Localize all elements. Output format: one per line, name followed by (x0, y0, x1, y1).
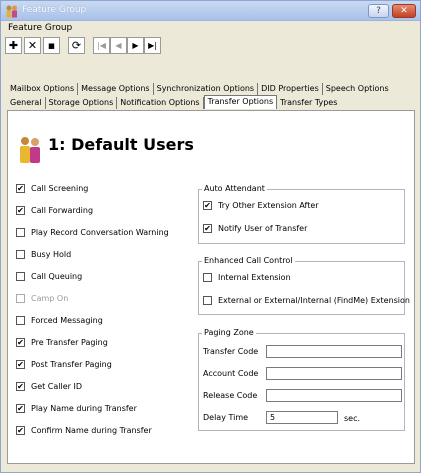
checkbox-box (16, 294, 25, 303)
tab-row-2: General Storage Options Notification Opt… (7, 95, 340, 109)
checkbox-box[interactable]: ✔ (16, 184, 25, 193)
page-title: 1: Default Users (48, 135, 194, 154)
group-title: Auto Attendant (202, 184, 267, 193)
checkbox-label: Busy Hold (31, 250, 72, 259)
close-button[interactable]: ✕ (392, 4, 416, 18)
confirm-name-during-transfer-checkbox[interactable]: ✔ Confirm Name during Transfer (16, 426, 152, 435)
notify-user-of-transfer-checkbox[interactable]: ✔ Notify User of Transfer (203, 224, 307, 233)
checkbox-label: Pre Transfer Paging (31, 338, 108, 347)
tab-speech-options[interactable]: Speech Options (323, 83, 392, 95)
tab-storage-options[interactable]: Storage Options (46, 97, 118, 109)
previous-record-icon[interactable]: ◀ (110, 37, 127, 54)
try-other-extension-checkbox[interactable]: ✔ Try Other Extension After (203, 201, 319, 210)
delay-time-input[interactable]: 5 (266, 411, 338, 424)
checkbox-box[interactable] (16, 272, 25, 281)
checkbox-label: Play Name during Transfer (31, 404, 137, 413)
app-icon (6, 5, 17, 18)
transfer-options-panel: 1: Default Users ✔ Call Screening ✔ Call F… (7, 110, 415, 464)
tab-transfer-types[interactable]: Transfer Types (277, 97, 340, 109)
last-record-icon[interactable]: ▶| (144, 37, 161, 54)
checkbox-label: Notify User of Transfer (218, 224, 308, 233)
checkbox-label: Get Caller ID (31, 382, 83, 391)
checkbox-label: Try Other Extension After (218, 201, 319, 210)
first-record-icon[interactable]: |◀ (93, 37, 110, 54)
checkbox-box[interactable]: ✔ (16, 338, 25, 347)
save-icon[interactable]: ▪ (43, 37, 60, 54)
call-forwarding-checkbox[interactable]: ✔ Call Forwarding (16, 206, 93, 215)
checkbox-box[interactable]: ✔ (203, 224, 212, 233)
tab-did-properties[interactable]: DID Properties (258, 83, 323, 95)
help-button[interactable]: ? (368, 4, 389, 18)
tab-mailbox-options[interactable]: Mailbox Options (7, 83, 79, 95)
auto-attendant-group: Auto Attendant ✔ Try Other Extension Afte… (198, 184, 405, 244)
tab-notification-options[interactable]: Notification Options (117, 97, 204, 109)
release-code-label: Release Code (203, 391, 258, 400)
checkbox-label: Camp On (31, 294, 69, 303)
checkbox-label: Post Transfer Paging (31, 360, 112, 369)
delay-time-label: Delay Time (203, 413, 249, 422)
call-queuing-checkbox[interactable]: Call Queuing (16, 272, 82, 281)
pre-transfer-paging-checkbox[interactable]: ✔ Pre Transfer Paging (16, 338, 108, 347)
post-transfer-paging-checkbox[interactable]: ✔ Post Transfer Paging (16, 360, 112, 369)
toolbar: ✚ ✕ ▪ ⟳ |◀ ◀ ▶ ▶| (5, 37, 161, 55)
tab-general[interactable]: General (7, 97, 46, 109)
call-screening-checkbox[interactable]: ✔ Call Screening (16, 184, 88, 193)
checkbox-box[interactable] (16, 250, 25, 259)
users-icon (20, 137, 40, 163)
checkbox-box[interactable] (16, 228, 25, 237)
account-code-label: Account Code (203, 369, 259, 378)
checkbox-box[interactable]: ✔ (16, 206, 25, 215)
checkbox-box[interactable] (203, 273, 212, 282)
play-name-during-transfer-checkbox[interactable]: ✔ Play Name during Transfer (16, 404, 137, 413)
checkbox-label: Play Record Conversation Warning (31, 228, 169, 237)
account-code-input[interactable] (266, 367, 402, 380)
refresh-icon[interactable]: ⟳ (68, 37, 85, 54)
next-record-icon[interactable]: ▶ (127, 37, 144, 54)
checkbox-label: Call Screening (31, 184, 89, 193)
add-icon[interactable]: ✚ (5, 37, 22, 54)
checkbox-box[interactable]: ✔ (16, 360, 25, 369)
enhanced-call-control-group: Enhanced Call Control Internal Extension… (198, 256, 410, 315)
checkbox-box[interactable]: ✔ (16, 382, 25, 391)
checkbox-label: Forced Messaging (31, 316, 103, 325)
checkbox-box[interactable]: ✔ (16, 404, 25, 413)
tab-synchronization-options[interactable]: Synchronization Options (154, 83, 259, 95)
group-title: Paging Zone (202, 328, 256, 337)
transfer-code-input[interactable] (266, 345, 402, 358)
tab-row-1: Mailbox Options Message Options Synchron… (7, 83, 392, 95)
checkbox-box[interactable] (203, 296, 212, 305)
findme-extension-checkbox[interactable]: External or External/Internal (FindMe) E… (203, 296, 410, 305)
checkbox-label: Internal Extension (218, 273, 291, 282)
forced-messaging-checkbox[interactable]: Forced Messaging (16, 316, 103, 325)
checkbox-label: Call Forwarding (31, 206, 94, 215)
checkbox-label: Confirm Name during Transfer (31, 426, 152, 435)
checkbox-label: External or External/Internal (FindMe) E… (218, 296, 410, 305)
paging-zone-group: Paging Zone Transfer Code Account Code R… (198, 328, 405, 431)
window-subtitle: Feature Group (8, 23, 73, 33)
tab-transfer-options[interactable]: Transfer Options (203, 95, 278, 109)
play-record-warning-checkbox[interactable]: Play Record Conversation Warning (16, 228, 169, 237)
busy-hold-checkbox[interactable]: Busy Hold (16, 250, 71, 259)
feature-group-window: Feature Group ? ✕ Feature Group ✚ ✕ ▪ ⟳ … (0, 0, 421, 473)
title-bar[interactable]: Feature Group ? ✕ (1, 1, 420, 21)
release-code-input[interactable] (266, 389, 402, 402)
delay-unit-label: sec. (344, 414, 361, 423)
checkbox-box[interactable]: ✔ (203, 201, 212, 210)
camp-on-checkbox: Camp On (16, 294, 68, 303)
group-title: Enhanced Call Control (202, 256, 295, 265)
delete-icon[interactable]: ✕ (24, 37, 41, 54)
window-title: Feature Group (22, 5, 87, 15)
checkbox-box[interactable] (16, 316, 25, 325)
transfer-code-label: Transfer Code (203, 347, 259, 356)
checkbox-box[interactable]: ✔ (16, 426, 25, 435)
internal-extension-checkbox[interactable]: Internal Extension (203, 273, 291, 282)
checkbox-label: Call Queuing (31, 272, 83, 281)
get-caller-id-checkbox[interactable]: ✔ Get Caller ID (16, 382, 82, 391)
tab-message-options[interactable]: Message Options (78, 83, 154, 95)
